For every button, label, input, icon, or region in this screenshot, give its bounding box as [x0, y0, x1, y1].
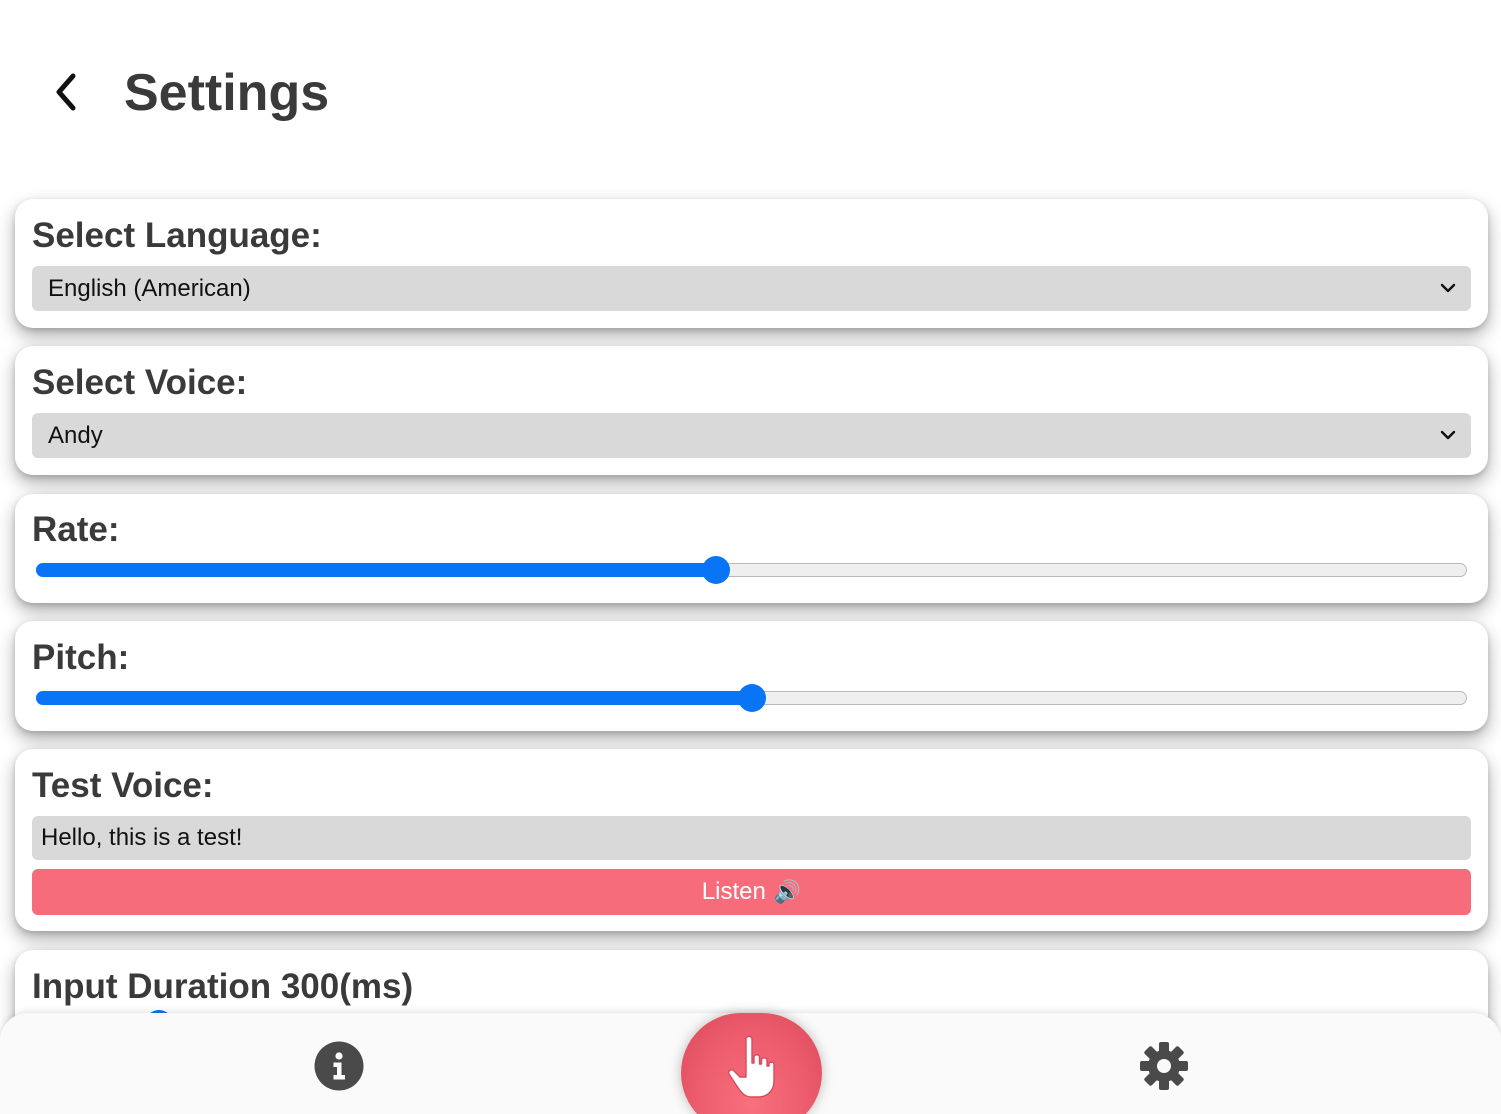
speaker-icon: 🔊	[773, 879, 802, 905]
test-voice-input[interactable]: Hello, this is a test!	[32, 816, 1471, 860]
test-voice-card: Test Voice: Hello, this is a test! Liste…	[15, 749, 1488, 931]
rate-slider-thumb[interactable]	[701, 556, 730, 584]
language-label: Select Language:	[32, 216, 322, 255]
listen-button-label: Listen	[701, 878, 766, 905]
voice-select[interactable]: Andy	[32, 413, 1471, 458]
settings-button[interactable]	[1139, 1041, 1189, 1096]
info-icon	[314, 1041, 364, 1091]
voice-card: Select Voice: Andy	[15, 346, 1488, 475]
settings-page: Settings Select Language: English (Ameri…	[0, 0, 1501, 1114]
bottom-nav	[0, 1013, 1501, 1114]
rate-label: Rate:	[32, 510, 120, 549]
info-button[interactable]	[314, 1041, 364, 1096]
pitch-card: Pitch:	[15, 621, 1488, 731]
rate-slider-fill	[36, 563, 716, 577]
header: Settings	[0, 0, 1501, 185]
language-card: Select Language: English (American)	[15, 199, 1488, 328]
test-voice-input-value: Hello, this is a test!	[41, 824, 243, 851]
pitch-slider-fill	[36, 691, 752, 705]
page-title: Settings	[124, 64, 330, 122]
listen-button[interactable]: Listen 🔊	[32, 869, 1471, 915]
pitch-slider-thumb[interactable]	[737, 684, 766, 712]
voice-selected-value: Andy	[48, 421, 103, 449]
back-button[interactable]	[36, 62, 96, 122]
tap-button[interactable]	[681, 1013, 822, 1114]
test-voice-label: Test Voice:	[32, 766, 214, 805]
language-select[interactable]: English (American)	[32, 266, 1471, 311]
chevron-left-icon	[56, 73, 76, 111]
language-selected-value: English (American)	[48, 274, 251, 302]
chevron-down-icon	[1440, 430, 1456, 440]
pitch-slider[interactable]	[36, 678, 1467, 718]
gear-icon	[1140, 1042, 1188, 1090]
pitch-label: Pitch:	[32, 638, 130, 677]
chevron-down-icon	[1440, 283, 1456, 293]
rate-card: Rate:	[15, 494, 1488, 603]
rate-slider[interactable]	[36, 550, 1467, 590]
input-duration-label: Input Duration 300(ms)	[32, 967, 414, 1006]
voice-label: Select Voice:	[32, 363, 248, 402]
pointing-hand-icon	[727, 1035, 775, 1098]
